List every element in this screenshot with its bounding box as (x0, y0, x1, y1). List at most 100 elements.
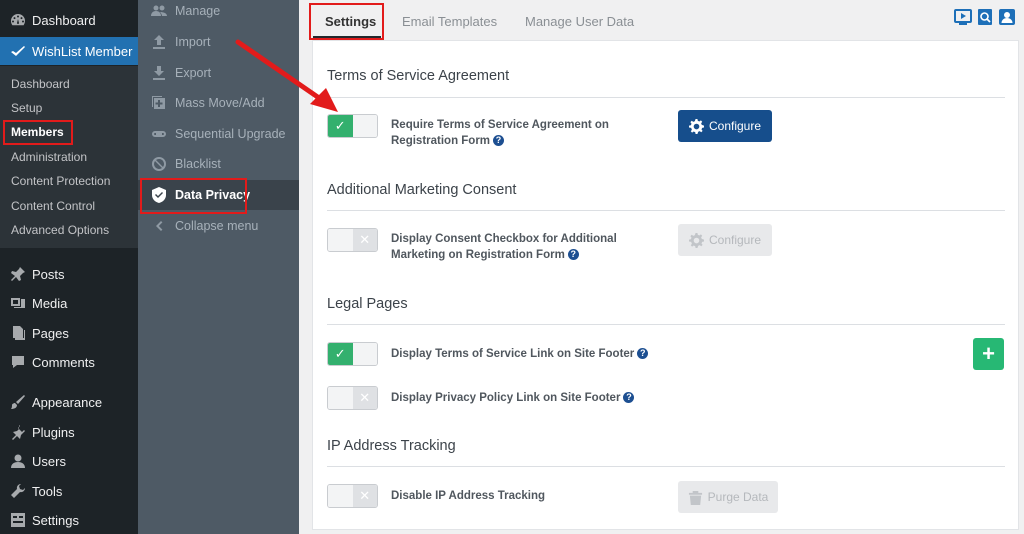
help-icon[interactable]: ? (623, 392, 635, 404)
wlm-nav-manage-label: Manage (175, 4, 221, 18)
upload-icon (150, 33, 168, 51)
wp-menu-dashboard-label: Dashboard (32, 12, 96, 28)
wlm-nav-collapse-label: Collapse menu (175, 219, 259, 233)
shield-check-icon (150, 186, 168, 204)
tos-link-toggle[interactable]: ✓ (327, 342, 378, 366)
tos-label: Require Terms of Service Agreement on Re… (391, 117, 621, 149)
tab-manage-user-data[interactable]: Manage User Data (525, 14, 634, 29)
wlm-nav-manage[interactable]: Manage (138, 0, 299, 26)
add-button[interactable]: + (973, 338, 1004, 370)
toggle-x-icon: ✕ (352, 485, 377, 507)
purge-data-button[interactable]: Purge Data (678, 481, 778, 513)
tab-email-templates[interactable]: Email Templates (402, 14, 497, 29)
tos-toggle[interactable]: ✓ (327, 114, 378, 138)
marketing-toggle[interactable]: ✕ (327, 228, 378, 252)
toggle-check-icon: ✓ (328, 343, 353, 365)
wlm-nav-mass-move-label: Mass Move/Add (175, 96, 265, 110)
marketing-label-text: Display Consent Checkbox for Additional … (391, 233, 617, 261)
submenu-content-protection[interactable]: Content Protection (11, 174, 110, 188)
user-profile-icon[interactable] (998, 8, 1016, 26)
gear-icon (688, 232, 704, 248)
submenu-content-control[interactable]: Content Control (11, 199, 95, 213)
media-icon (8, 293, 28, 313)
wp-menu-appearance[interactable]: Appearance (0, 389, 138, 415)
divider (327, 97, 1005, 98)
toggle-on-side (328, 387, 353, 409)
wp-menu-pages-label: Pages (32, 325, 69, 341)
users-icon (150, 2, 168, 20)
wlm-nav-export[interactable]: Export (138, 58, 299, 88)
wrench-icon (8, 481, 28, 501)
comment-icon (8, 352, 28, 372)
wp-menu-pages[interactable]: Pages (0, 320, 138, 346)
wp-menu-comments-label: Comments (32, 354, 95, 370)
wp-menu-wishlist-member[interactable]: WishList Member (0, 37, 138, 65)
plug-icon (8, 422, 28, 442)
pin-icon (8, 264, 28, 284)
ip-tracking-label: Disable IP Address Tracking (391, 490, 546, 502)
privacy-link-label-text: Display Privacy Policy Link on Site Foot… (391, 392, 621, 404)
submenu-setup[interactable]: Setup (11, 101, 42, 115)
toggle-on-side (328, 229, 353, 251)
wlm-nav-data-privacy[interactable]: Data Privacy (138, 180, 299, 210)
privacy-link-toggle[interactable]: ✕ (327, 386, 378, 410)
wp-menu-settings[interactable]: Settings (0, 507, 138, 533)
purge-data-label: Purge Data (707, 490, 769, 504)
section-title-ip: IP Address Tracking (327, 438, 456, 454)
wlm-nav-import[interactable]: Import (138, 27, 299, 57)
wp-menu-tools[interactable]: Tools (0, 478, 138, 504)
wlm-nav-mass-move[interactable]: Mass Move/Add (138, 88, 299, 118)
settings-panel: Terms of Service Agreement ✓ Require Ter… (312, 40, 1019, 530)
ip-tracking-toggle[interactable]: ✕ (327, 484, 378, 508)
wlm-nav-blacklist[interactable]: Blacklist (138, 149, 299, 179)
wp-admin-sidebar: Dashboard WishList Member Dashboard Setu… (0, 0, 138, 534)
tos-link-label: Display Terms of Service Link on Site Fo… (391, 346, 711, 362)
wp-menu-users-label: Users (32, 453, 66, 469)
search-doc-icon[interactable] (976, 8, 994, 26)
tab-settings[interactable]: Settings (325, 14, 376, 29)
marketing-label: Display Consent Checkbox for Additional … (391, 231, 621, 263)
wp-menu-comments[interactable]: Comments (0, 349, 138, 375)
video-icon[interactable] (954, 8, 972, 26)
checkmark-icon (8, 41, 28, 61)
submenu-advanced-options[interactable]: Advanced Options (11, 223, 109, 237)
toggle-off-side (352, 343, 377, 365)
wlm-nav-sequential-upgrade-label: Sequential Upgrade (175, 127, 286, 141)
toggle-x-icon: ✕ (352, 229, 377, 251)
wlm-nav-collapse[interactable]: Collapse menu (138, 211, 299, 241)
wlm-nav-import-label: Import (175, 35, 211, 49)
wp-menu-media[interactable]: Media (0, 290, 138, 316)
toggle-check-icon: ✓ (328, 115, 353, 137)
wlm-nav-sequential-upgrade[interactable]: Sequential Upgrade (138, 119, 299, 149)
submenu-members[interactable]: Members (11, 125, 64, 139)
help-icon[interactable]: ? (637, 348, 649, 360)
divider (327, 466, 1005, 467)
section-title-legal: Legal Pages (327, 296, 408, 312)
wp-menu-users[interactable]: Users (0, 448, 138, 474)
wlm-nav-data-privacy-label: Data Privacy (175, 188, 251, 202)
divider (327, 210, 1005, 211)
ban-icon (150, 155, 168, 173)
help-icon[interactable]: ? (567, 249, 579, 261)
main-content: Settings Email Templates Manage User Dat… (299, 0, 1024, 534)
privacy-link-label: Display Privacy Policy Link on Site Foot… (391, 390, 711, 406)
link-icon (150, 125, 168, 143)
download-icon (150, 64, 168, 82)
wp-menu-appearance-label: Appearance (32, 394, 103, 410)
help-icon[interactable]: ? (493, 135, 505, 147)
toggle-off-side (352, 115, 377, 137)
user-icon (8, 451, 28, 471)
submenu-administration[interactable]: Administration (11, 150, 87, 164)
submenu-dashboard[interactable]: Dashboard (11, 77, 70, 91)
wp-menu-posts[interactable]: Posts (0, 261, 138, 287)
brush-icon (8, 392, 28, 412)
marketing-configure-button[interactable]: Configure (678, 224, 772, 256)
wp-menu-dashboard[interactable]: Dashboard (0, 7, 138, 33)
settings-icon (8, 510, 28, 530)
wp-submenu: Dashboard Setup Members Administration C… (0, 66, 138, 248)
wp-menu-tools-label: Tools (32, 483, 63, 499)
wp-menu-plugins-label: Plugins (32, 424, 75, 440)
tos-link-label-text: Display Terms of Service Link on Site Fo… (391, 348, 635, 360)
tos-configure-button[interactable]: Configure (678, 110, 772, 142)
wp-menu-plugins[interactable]: Plugins (0, 419, 138, 445)
